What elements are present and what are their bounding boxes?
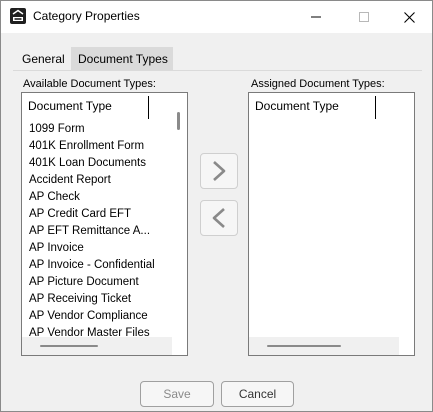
close-button[interactable] [386,1,432,33]
maximize-icon [359,12,369,22]
available-document-types-list[interactable]: Document Type 1099 Form 401K Enrollment … [21,92,188,356]
remove-document-type-button[interactable] [200,200,238,236]
cancel-button[interactable]: Cancel [221,381,294,407]
list-item[interactable]: AP Check [22,189,172,206]
chevron-right-icon [213,161,226,181]
horizontal-scrollbar-thumb[interactable] [40,345,98,347]
horizontal-scrollbar-thumb[interactable] [267,345,341,347]
close-icon [403,11,415,23]
tab-general[interactable]: General [15,47,70,71]
title-bar: Category Properties [1,1,432,33]
list-item[interactable]: AP Vendor Compliance [22,308,172,325]
list-item[interactable]: 401K Enrollment Form [22,138,172,155]
category-properties-dialog: Category Properties General Document Typ… [0,0,433,412]
assigned-document-types-list[interactable]: Document Type [248,92,415,356]
vertical-scrollbar-thumb[interactable] [177,112,180,130]
list-item[interactable]: AP EFT Remittance A... [22,223,172,240]
list-item[interactable]: AP Invoice [22,240,172,257]
list-item[interactable]: 401K Loan Documents [22,155,172,172]
minimize-button[interactable] [293,1,339,33]
column-header-label: Document Type [255,99,339,113]
maximize-button[interactable] [341,1,387,33]
list-item[interactable]: AP Invoice - Confidential [22,257,172,274]
spc-logo-icon [10,8,26,24]
add-document-type-button[interactable] [200,153,238,189]
minimize-icon [311,16,321,18]
list-item[interactable]: 1099 Form [22,121,172,138]
list-item[interactable]: AP Picture Document [22,274,172,291]
column-resize-handle[interactable] [148,96,149,119]
column-resize-handle[interactable] [375,96,376,119]
available-items: 1099 Form 401K Enrollment Form 401K Loan… [22,121,172,342]
horizontal-scrollbar[interactable] [22,337,172,355]
available-document-types-label: Available Document Types: [23,78,156,90]
column-header-document-type[interactable]: Document Type [249,93,399,120]
chevron-left-icon [212,208,225,228]
tab-document-types[interactable]: Document Types [71,47,173,71]
assigned-document-types-label: Assigned Document Types: [251,78,385,90]
list-item[interactable]: Accident Report [22,172,172,189]
column-header-document-type[interactable]: Document Type [22,93,172,120]
column-header-label: Document Type [28,99,112,113]
list-item[interactable]: AP Credit Card EFT [22,206,172,223]
window-title: Category Properties [33,9,140,23]
horizontal-scrollbar[interactable] [249,337,399,355]
save-button[interactable]: Save [140,381,214,407]
list-item[interactable]: AP Receiving Ticket [22,291,172,308]
